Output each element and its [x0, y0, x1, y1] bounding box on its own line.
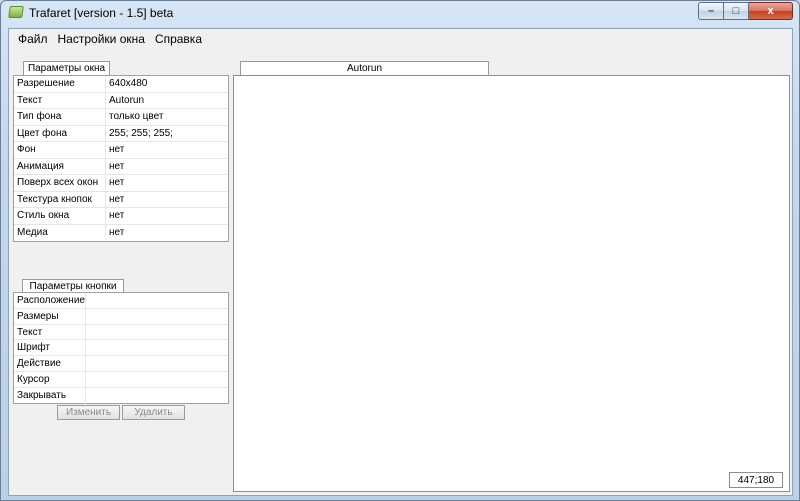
window-param-row[interactable]: Медиа нет	[14, 224, 228, 242]
param-name: Действие	[14, 356, 86, 371]
window-param-row[interactable]: Тип фона только цвет	[14, 109, 228, 126]
param-value[interactable]: только цвет	[106, 109, 228, 125]
window-param-row[interactable]: Текст Autorun	[14, 92, 228, 109]
param-name: Цвет фона	[14, 125, 106, 141]
window-params-grid: Разрешение 640x480 Текст Autorun Тип фона т…	[13, 75, 229, 242]
param-value[interactable]: нет	[106, 225, 228, 242]
button-param-row[interactable]: Курсор	[14, 371, 228, 388]
param-name: Стиль окна	[14, 208, 106, 224]
param-value[interactable]	[86, 293, 228, 308]
param-name: Текст	[14, 92, 106, 108]
cursor-coords: 447;180	[729, 472, 783, 488]
window-title: Trafaret [version - 1.5] beta	[29, 6, 174, 20]
param-value[interactable]	[86, 388, 228, 404]
param-name: Тип фона	[14, 109, 106, 125]
edit-button[interactable]: Изменить	[57, 405, 120, 420]
tab-preview[interactable]: Autorun	[240, 61, 489, 75]
tab-button-params[interactable]: Параметры кнопки	[22, 279, 124, 293]
param-name: Расположение	[14, 293, 86, 308]
menu-window-settings[interactable]: Настройки окна	[53, 30, 150, 48]
param-name: Закрывать	[14, 387, 86, 404]
param-name: Текст	[14, 324, 86, 340]
client-area: Файл Настройки окна Справка Параметры ок…	[8, 28, 793, 496]
param-name: Курсор	[14, 371, 86, 387]
button-param-row[interactable]: Шрифт	[14, 340, 228, 357]
param-name: Разрешение	[14, 76, 106, 92]
window-param-row[interactable]: Поверх всех окон нет	[14, 175, 228, 192]
param-value[interactable]: нет	[106, 142, 228, 158]
tab-window-params[interactable]: Параметры окна	[23, 61, 110, 75]
param-value[interactable]	[86, 325, 228, 340]
param-value[interactable]: нет	[106, 175, 228, 191]
param-value[interactable]: нет	[106, 159, 228, 175]
menu-help[interactable]: Справка	[150, 30, 207, 48]
app-window: Trafaret [version - 1.5] beta – □ x Файл…	[0, 0, 800, 501]
window-param-row[interactable]: Разрешение 640x480	[14, 76, 228, 93]
caption-buttons: – □ x	[698, 2, 793, 20]
param-name: Размеры	[14, 308, 86, 324]
app-icon	[8, 6, 24, 18]
param-value[interactable]	[86, 340, 228, 355]
param-value[interactable]	[86, 356, 228, 371]
param-value[interactable]: нет	[106, 192, 228, 208]
param-name: Шрифт	[14, 340, 86, 356]
param-value[interactable]: нет	[106, 208, 228, 224]
minimize-button[interactable]: –	[698, 2, 724, 20]
window-param-row[interactable]: Фон нет	[14, 142, 228, 159]
button-param-row[interactable]: Размеры	[14, 308, 228, 325]
param-name: Фон	[14, 142, 106, 158]
preview-canvas[interactable]: 447;180	[233, 75, 790, 492]
param-value[interactable]: 255; 255; 255;	[106, 126, 228, 142]
window-param-row[interactable]: Цвет фона 255; 255; 255;	[14, 125, 228, 142]
maximize-button[interactable]: □	[724, 2, 749, 20]
param-name: Поверх всех окон	[14, 175, 106, 191]
button-params-grid: Расположение Размеры Текст Шрифт Действи…	[13, 292, 229, 404]
window-param-row[interactable]: Анимация нет	[14, 158, 228, 175]
menu-bar: Файл Настройки окна Справка	[9, 29, 792, 49]
param-name: Текстура кнопок	[14, 191, 106, 207]
param-value[interactable]: 640x480	[106, 76, 228, 92]
button-param-row[interactable]: Текст	[14, 324, 228, 341]
window-param-row[interactable]: Текстура кнопок нет	[14, 191, 228, 208]
close-button[interactable]: x	[749, 2, 793, 20]
button-param-row[interactable]: Действие	[14, 356, 228, 372]
window-param-row[interactable]: Стиль окна нет	[14, 208, 228, 225]
title-bar[interactable]: Trafaret [version - 1.5] beta – □ x	[1, 1, 799, 25]
menu-file[interactable]: Файл	[13, 30, 53, 48]
button-param-row[interactable]: Закрывать	[14, 387, 228, 404]
param-value[interactable]: Autorun	[106, 93, 228, 109]
delete-button[interactable]: Удалить	[122, 405, 185, 420]
button-param-row[interactable]: Расположение	[14, 293, 228, 309]
param-name: Анимация	[14, 158, 106, 174]
param-value[interactable]	[86, 309, 228, 324]
param-value[interactable]	[86, 372, 228, 387]
param-name: Медиа	[14, 224, 106, 241]
